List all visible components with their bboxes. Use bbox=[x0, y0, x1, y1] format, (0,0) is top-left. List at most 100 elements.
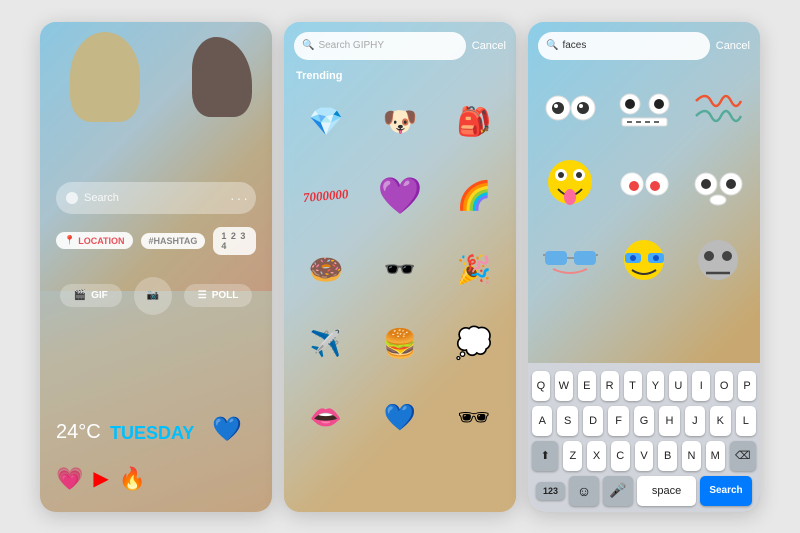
key-o[interactable]: O bbox=[715, 371, 733, 401]
numbers-key[interactable]: 123 bbox=[536, 482, 565, 500]
stickers-grid: 💎 🐶 🎒 7000000 💜 🌈 bbox=[292, 88, 508, 452]
key-k[interactable]: K bbox=[710, 406, 730, 436]
key-y[interactable]: Y bbox=[647, 371, 665, 401]
screen2-trending-label: Trending bbox=[296, 70, 342, 82]
emoji-key[interactable]: ☺ bbox=[569, 476, 599, 506]
key-t[interactable]: T bbox=[624, 371, 642, 401]
screen2: 🔍 Search GIPHY Cancel Trending 💎 🐶 🎒 bbox=[284, 22, 516, 512]
screen1-tools-row: 🎬 GIF 📷 ☰ POLL bbox=[56, 277, 256, 315]
mic-key[interactable]: 🎤 bbox=[603, 476, 633, 506]
key-q[interactable]: Q bbox=[532, 371, 550, 401]
sticker-rainbow[interactable]: 🌈 bbox=[440, 162, 508, 230]
face-sticker-1[interactable] bbox=[536, 74, 604, 144]
sticker-party-hat[interactable]: 🎉 bbox=[440, 236, 508, 304]
key-v[interactable]: V bbox=[635, 441, 654, 471]
faces-cancel-button[interactable]: Cancel bbox=[716, 40, 750, 52]
search-key[interactable]: Search bbox=[700, 476, 752, 506]
screen1-heart-icon: 💙 bbox=[212, 415, 242, 444]
delete-key[interactable]: ⌫ bbox=[730, 441, 757, 471]
cloud-icon: 💭 bbox=[455, 326, 492, 361]
key-s[interactable]: S bbox=[557, 406, 577, 436]
key-g[interactable]: G bbox=[634, 406, 654, 436]
poll-button[interactable]: ☰ POLL bbox=[184, 284, 253, 307]
camera-button[interactable]: 📷 bbox=[134, 277, 172, 315]
giphy-search-placeholder: Search GIPHY bbox=[318, 40, 384, 51]
lips-icon: 👄 bbox=[310, 402, 342, 433]
face-sticker-9[interactable] bbox=[684, 226, 752, 296]
location-sticker[interactable]: 📍 LOCATION bbox=[56, 232, 133, 249]
sticker-shades[interactable]: 🕶 bbox=[440, 384, 508, 452]
crystal-icon: 💎 bbox=[309, 105, 344, 138]
poll-icon: ☰ bbox=[198, 290, 207, 301]
key-i[interactable]: I bbox=[692, 371, 710, 401]
search-icon-dot bbox=[66, 192, 78, 204]
key-b[interactable]: B bbox=[658, 441, 677, 471]
sunglasses-eyes-icon: 🕶️ bbox=[384, 254, 416, 285]
face-stickers-grid bbox=[536, 74, 752, 296]
screen3: 🔍 faces Cancel bbox=[528, 22, 760, 512]
sticker-pixel-heart[interactable]: 💙 bbox=[366, 384, 434, 452]
face-sticker-4[interactable] bbox=[536, 150, 604, 220]
face-sticker-6[interactable] bbox=[684, 150, 752, 220]
screen2-header: 🔍 Search GIPHY Cancel bbox=[294, 32, 506, 60]
key-z[interactable]: Z bbox=[563, 441, 582, 471]
key-u[interactable]: U bbox=[669, 371, 687, 401]
bottom-icon-heart: 💗 bbox=[56, 466, 83, 492]
key-m[interactable]: M bbox=[706, 441, 725, 471]
screen1-bottom-row: 💗 ▶ 🔥 bbox=[56, 466, 256, 492]
key-n[interactable]: N bbox=[682, 441, 701, 471]
key-l[interactable]: L bbox=[736, 406, 756, 436]
hashtag-sticker[interactable]: #HASHTAG bbox=[141, 233, 206, 249]
screen1-dots: ··· bbox=[230, 190, 250, 206]
key-p[interactable]: P bbox=[738, 371, 756, 401]
bag-icon: 🎒 bbox=[457, 105, 492, 138]
faces-search-bar[interactable]: 🔍 faces bbox=[538, 32, 710, 60]
sticker-burger[interactable]: 🍔 bbox=[366, 310, 434, 378]
key-w[interactable]: W bbox=[555, 371, 573, 401]
key-e[interactable]: E bbox=[578, 371, 596, 401]
sticker-eyes[interactable]: 🕶️ bbox=[366, 236, 434, 304]
screens-container: Search ··· 📍 LOCATION #HASHTAG 1 2 3 4 bbox=[20, 2, 780, 532]
sticker-dog[interactable]: 🐶 bbox=[366, 88, 434, 156]
giphy-cancel-button[interactable]: Cancel bbox=[472, 40, 506, 52]
key-r[interactable]: R bbox=[601, 371, 619, 401]
giphy-search-bar[interactable]: 🔍 Search GIPHY bbox=[294, 32, 466, 60]
keyboard-row-1: Q W E R T Y U I O P bbox=[532, 371, 756, 401]
location-pin-icon: 📍 bbox=[64, 235, 75, 246]
shades-icon: 🕶 bbox=[457, 402, 490, 433]
emoji-icon: ☺ bbox=[577, 483, 591, 499]
key-f[interactable]: F bbox=[608, 406, 628, 436]
gif-icon: 🎬 bbox=[74, 290, 86, 301]
key-h[interactable]: H bbox=[659, 406, 679, 436]
sticker-donut[interactable]: 🍩 bbox=[292, 236, 360, 304]
screen1-temperature: 24°C bbox=[56, 421, 101, 444]
faces-search-value: faces bbox=[562, 40, 586, 51]
sticker-crystal[interactable]: 💎 bbox=[292, 88, 360, 156]
key-a[interactable]: A bbox=[532, 406, 552, 436]
sticker-rocket[interactable]: ✈️ bbox=[292, 310, 360, 378]
key-x[interactable]: X bbox=[587, 441, 606, 471]
sticker-lips[interactable]: 👄 bbox=[292, 384, 360, 452]
face-sticker-7[interactable] bbox=[536, 226, 604, 296]
face-sticker-2[interactable] bbox=[610, 74, 678, 144]
counter-sticker[interactable]: 1 2 3 4 bbox=[213, 227, 256, 255]
rainbow-icon: 🌈 bbox=[457, 179, 492, 212]
screen1-search-bar[interactable]: Search bbox=[56, 182, 256, 214]
key-c[interactable]: C bbox=[611, 441, 630, 471]
key-d[interactable]: D bbox=[583, 406, 603, 436]
search-icon: 🔍 bbox=[302, 40, 314, 51]
key-j[interactable]: J bbox=[685, 406, 705, 436]
face-sticker-8[interactable] bbox=[610, 226, 678, 296]
search-icon-faces: 🔍 bbox=[546, 40, 558, 51]
face-sticker-3[interactable] bbox=[684, 74, 752, 144]
sticker-cloud[interactable]: 💭 bbox=[440, 310, 508, 378]
sticker-bag[interactable]: 🎒 bbox=[440, 88, 508, 156]
gif-button[interactable]: 🎬 GIF bbox=[60, 284, 122, 307]
sticker-purple-heart[interactable]: 💜 bbox=[366, 162, 434, 230]
face-sticker-5[interactable] bbox=[610, 150, 678, 220]
space-key[interactable]: space bbox=[637, 476, 696, 506]
keyboard: Q W E R T Y U I O P A S D F G bbox=[528, 363, 760, 512]
sticker-7000000[interactable]: 7000000 bbox=[292, 162, 360, 230]
shift-key[interactable]: ⬆ bbox=[532, 441, 559, 471]
bottom-icon-fire: 🔥 bbox=[119, 466, 146, 492]
